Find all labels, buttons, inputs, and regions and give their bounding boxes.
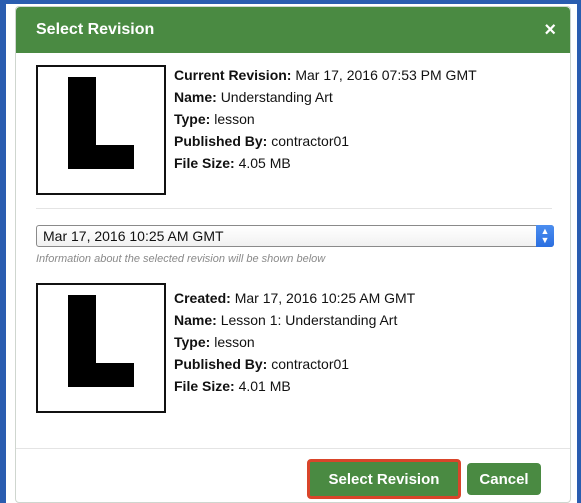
- info-value: lesson: [214, 111, 255, 127]
- info-value: Mar 17, 2016 10:25 AM GMT: [234, 290, 416, 306]
- info-key: Current Revision:: [174, 67, 292, 83]
- select-arrows-icon[interactable]: ▲ ▼: [536, 225, 554, 247]
- info-value: Understanding Art: [220, 89, 333, 105]
- info-key: File Size:: [174, 155, 235, 171]
- page-frame-top: [0, 0, 581, 4]
- cancel-button[interactable]: Cancel: [467, 463, 541, 495]
- selected-created-row: Created: Mar 17, 2016 10:25 AM GMT: [174, 287, 415, 309]
- info-value: lesson: [214, 334, 255, 350]
- current-type-row: Type: lesson: [174, 108, 477, 130]
- selected-name-row: Name: Lesson 1: Understanding Art: [174, 309, 415, 331]
- selected-revision-info: Created: Mar 17, 2016 10:25 AM GMT Name:…: [174, 287, 415, 397]
- info-key: Published By:: [174, 133, 268, 149]
- info-key: Type:: [174, 334, 211, 350]
- selected-type-row: Type: lesson: [174, 331, 415, 353]
- info-value: contractor01: [271, 356, 350, 372]
- info-key: Name:: [174, 312, 217, 328]
- dialog-title: Select Revision: [36, 21, 155, 38]
- page-frame-right: [577, 0, 581, 503]
- info-value: Lesson 1: Understanding Art: [220, 312, 398, 328]
- dialog-header: Select Revision ×: [16, 7, 570, 53]
- info-key: Type:: [174, 111, 211, 127]
- revision-select-value: Mar 17, 2016 10:25 AM GMT: [43, 228, 224, 244]
- current-published-by-row: Published By: contractor01: [174, 130, 477, 152]
- current-file-size-row: File Size: 4.05 MB: [174, 152, 477, 174]
- revision-select[interactable]: Mar 17, 2016 10:25 AM GMT ▲ ▼: [36, 225, 554, 247]
- info-value: Mar 17, 2016 07:53 PM GMT: [295, 67, 477, 83]
- lesson-thumbnail-icon: [36, 283, 166, 413]
- select-revision-dialog: Select Revision × Current Revision: Mar …: [15, 6, 571, 503]
- selected-file-size-row: File Size: 4.01 MB: [174, 375, 415, 397]
- select-revision-button[interactable]: Select Revision: [307, 459, 461, 499]
- lesson-letter-l-graphic: [68, 295, 134, 387]
- close-icon[interactable]: ×: [544, 20, 556, 40]
- info-key: Published By:: [174, 356, 268, 372]
- info-value: 4.05 MB: [238, 155, 291, 171]
- revision-helper-text: Information about the selected revision …: [36, 253, 326, 265]
- footer-divider: [16, 448, 570, 449]
- info-value: contractor01: [271, 133, 350, 149]
- current-revision-row: Current Revision: Mar 17, 2016 07:53 PM …: [174, 64, 477, 86]
- current-revision-info: Current Revision: Mar 17, 2016 07:53 PM …: [174, 64, 477, 174]
- info-key: File Size:: [174, 378, 235, 394]
- section-divider: [36, 208, 552, 209]
- info-key: Name:: [174, 89, 217, 105]
- current-name-row: Name: Understanding Art: [174, 86, 477, 108]
- page-frame-left: [0, 0, 6, 503]
- lesson-letter-l-graphic: [68, 77, 134, 169]
- lesson-thumbnail-icon: [36, 65, 166, 195]
- selected-published-by-row: Published By: contractor01: [174, 353, 415, 375]
- info-key: Created:: [174, 290, 231, 306]
- info-value: 4.01 MB: [238, 378, 291, 394]
